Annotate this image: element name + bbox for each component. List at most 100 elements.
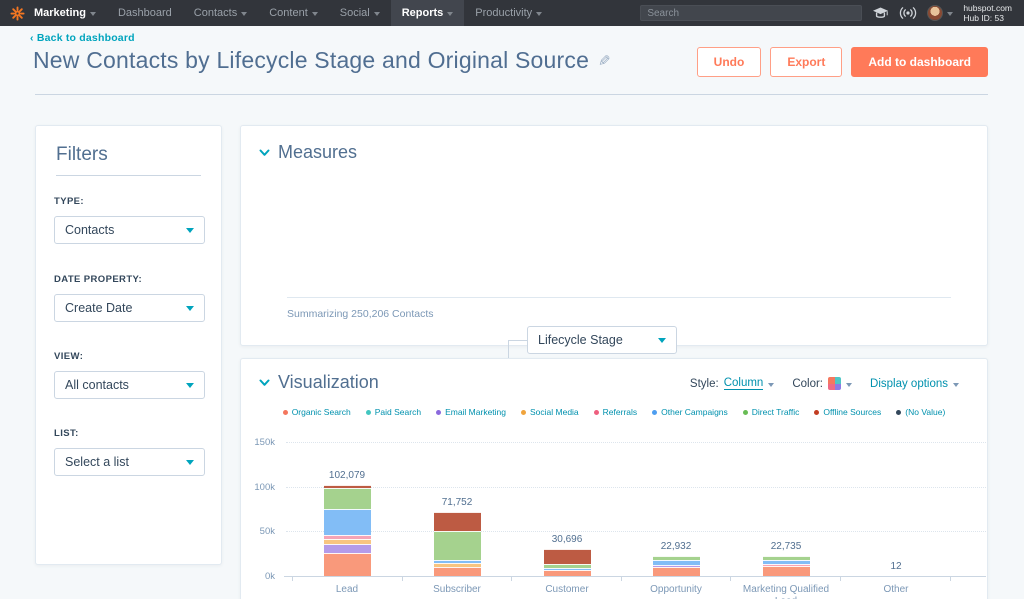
- column-other[interactable]: [873, 359, 920, 576]
- segment-direct-traffic[interactable]: [434, 531, 481, 561]
- app-root: MarketingDashboardContactsContentSocialR…: [0, 0, 1024, 599]
- segment-direct-traffic[interactable]: [544, 564, 591, 568]
- header-divider: [35, 94, 988, 95]
- measures-panel: Measures Lifecycle Stage BY Count of Con…: [240, 125, 988, 346]
- account-domain: hubspot.com: [963, 3, 1012, 13]
- x-axis-category-label: Customer: [512, 584, 622, 596]
- segment-organic-search[interactable]: [324, 553, 371, 576]
- export-button[interactable]: Export: [770, 47, 842, 77]
- y-axis-tick: 150k: [243, 437, 275, 448]
- segment-other-campaigns[interactable]: [434, 560, 481, 563]
- segment-email-marketing[interactable]: [324, 544, 371, 553]
- segment-organic-search[interactable]: [434, 567, 481, 576]
- column-lead[interactable]: [324, 359, 371, 576]
- x-axis-category-label: Other: [841, 584, 951, 596]
- top-nav: MarketingDashboardContactsContentSocialR…: [0, 0, 1024, 26]
- hub-id: Hub ID: 53: [963, 13, 1012, 23]
- nav-item-productivity[interactable]: Productivity: [464, 0, 553, 26]
- column-subscriber[interactable]: [434, 359, 481, 576]
- segment-direct-traffic[interactable]: [324, 488, 371, 509]
- add-to-dashboard-button[interactable]: Add to dashboard: [851, 47, 988, 77]
- segment-referrals[interactable]: [324, 535, 371, 539]
- chevron-down-icon: [241, 12, 247, 16]
- segment-offline-sources[interactable]: [544, 549, 591, 565]
- segment-other-campaigns[interactable]: [763, 560, 810, 564]
- hubspot-sprocket-icon[interactable]: [0, 6, 32, 21]
- measures-title: Measures: [278, 142, 357, 163]
- segment-offline-sources[interactable]: [434, 512, 481, 531]
- back-to-dashboard-link[interactable]: ‹ Back to dashboard: [30, 32, 135, 44]
- segment-email-marketing[interactable]: [653, 565, 700, 567]
- column-value-label: 22,932: [621, 541, 731, 552]
- x-axis-category-label: Marketing QualifiedLead: [731, 584, 841, 599]
- chevron-down-icon: [447, 12, 453, 16]
- segment-direct-traffic[interactable]: [763, 556, 810, 560]
- visualization-panel: Visualization Style: Column Color: Displ…: [240, 358, 988, 599]
- account-menu[interactable]: [927, 5, 953, 21]
- chevron-down-icon: [947, 12, 953, 16]
- nav-item-content[interactable]: Content: [258, 0, 329, 26]
- filter-label: TYPE:: [54, 196, 205, 207]
- segment-offline-sources[interactable]: [324, 485, 371, 488]
- chevron-down-icon: [374, 12, 380, 16]
- segment-referrals[interactable]: [763, 564, 810, 566]
- filter-dropdown[interactable]: Select a list: [54, 448, 205, 476]
- column-value-label: 22,735: [731, 541, 841, 552]
- nav-item-reports[interactable]: Reports: [391, 0, 465, 26]
- segment-other-campaigns[interactable]: [544, 568, 591, 570]
- column-value-label: 30,696: [512, 534, 622, 545]
- broadcast-icon[interactable]: [899, 7, 917, 19]
- segment-organic-search[interactable]: [653, 567, 700, 576]
- x-axis-tick: [621, 577, 622, 581]
- x-axis-tick: [292, 577, 293, 581]
- segment-other-campaigns[interactable]: [653, 560, 700, 565]
- column-value-label: 71,752: [402, 497, 512, 508]
- segment-other-campaigns[interactable]: [324, 509, 371, 535]
- segment-social-media[interactable]: [434, 563, 481, 567]
- x-axis-category-label: Subscriber: [402, 584, 512, 596]
- edit-pencil-icon[interactable]: ✎: [598, 52, 611, 70]
- chevron-down-icon: [90, 12, 96, 16]
- summary-text: Summarizing 250,206 Contacts: [287, 308, 434, 320]
- segment-social-media[interactable]: [324, 539, 371, 544]
- chevron-down-icon: [186, 306, 194, 311]
- filter-label: VIEW:: [54, 351, 205, 362]
- filters-divider: [56, 175, 201, 176]
- nav-item-marketing[interactable]: Marketing: [32, 0, 107, 26]
- chevron-down-icon: [312, 12, 318, 16]
- filter-field-date-property: DATE PROPERTY:Create Date: [54, 274, 205, 322]
- chevron-down-icon: [186, 228, 194, 233]
- segment-organic-search[interactable]: [763, 566, 810, 576]
- chevron-down-icon: [259, 149, 270, 157]
- column-value-label: 12: [841, 561, 951, 572]
- y-axis-tick: 50k: [243, 526, 275, 537]
- nav-item-contacts[interactable]: Contacts: [183, 0, 258, 26]
- nav-item-dashboard[interactable]: Dashboard: [107, 0, 183, 26]
- page-title: New Contacts by Lifecycle Stage and Orig…: [33, 47, 589, 74]
- filters-title: Filters: [56, 144, 108, 166]
- x-axis-line: [284, 576, 986, 577]
- x-axis-category-label: Opportunity: [621, 584, 731, 596]
- x-axis-tick: [511, 577, 512, 581]
- y-axis-tick: 100k: [243, 482, 275, 493]
- y-axis-tick: 0k: [243, 571, 275, 582]
- segment-direct-traffic[interactable]: [653, 556, 700, 560]
- filters-panel: Filters TYPE: Contacts DATE PROPERTY:Creat…: [35, 125, 222, 565]
- filter-field-view: VIEW: All contacts: [54, 351, 205, 399]
- segment-organic-search[interactable]: [544, 570, 591, 576]
- filter-dropdown[interactable]: Create Date: [54, 294, 205, 322]
- back-chevron-icon: ‹: [30, 32, 37, 44]
- search-input[interactable]: [640, 5, 862, 21]
- filter-dropdown[interactable]: Contacts: [54, 216, 205, 244]
- measures-section-toggle[interactable]: Measures: [259, 142, 357, 163]
- account-info: hubspot.com Hub ID: 53: [963, 3, 1012, 23]
- filter-field-list: LIST:Select a list: [54, 428, 205, 476]
- nav-item-social[interactable]: Social: [329, 0, 391, 26]
- nav-menu: MarketingDashboardContactsContentSocialR…: [0, 0, 553, 26]
- undo-button[interactable]: Undo: [697, 47, 762, 77]
- filter-dropdown[interactable]: All contacts: [54, 371, 205, 399]
- lifecycle-stage-dropdown[interactable]: Lifecycle Stage: [527, 326, 677, 354]
- x-axis-tick: [840, 577, 841, 581]
- academy-cap-icon[interactable]: [872, 7, 889, 20]
- stacked-column-chart: 0k50k100k150k102,079Lead71,752Subscriber…: [241, 359, 989, 599]
